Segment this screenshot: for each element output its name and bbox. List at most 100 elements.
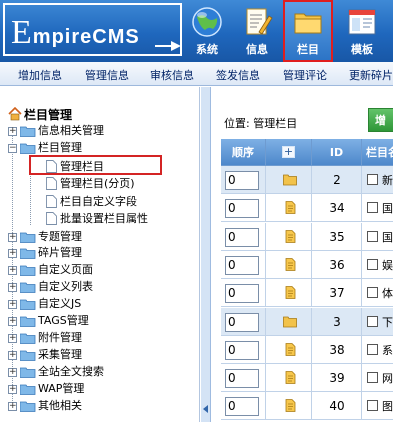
breadcrumb-label: 位置: [224, 117, 250, 130]
page-icon [46, 195, 57, 208]
column-name[interactable]: 网 [382, 370, 393, 386]
row-checkbox[interactable] [367, 174, 378, 185]
nav-system-button[interactable]: 系统 [182, 0, 232, 62]
folder-icon [20, 126, 36, 137]
expand-all-button[interactable]: + [282, 146, 295, 158]
row-checkbox[interactable] [367, 343, 378, 355]
folder-icon [20, 299, 36, 310]
tree-title-label: 栏目管理 [24, 108, 73, 122]
page-icon [285, 229, 296, 243]
column-name[interactable]: 图 [382, 398, 393, 414]
expand-plus-icon[interactable]: + [8, 249, 17, 258]
expand-plus-icon[interactable]: + [8, 127, 17, 136]
subnav-manage-comments[interactable]: 管理评论 [283, 67, 327, 83]
column-name[interactable]: 国 [382, 229, 393, 245]
order-input[interactable]: 0 [225, 199, 259, 219]
row-checkbox[interactable] [367, 372, 378, 384]
name-cell: 国 [362, 194, 393, 223]
subnav-update-fragments[interactable]: 更新碎片 [349, 67, 393, 83]
logo-arrow-icon [155, 41, 181, 51]
expand-plus-icon[interactable]: + [8, 233, 17, 242]
nav-template-button[interactable]: 模板 [337, 0, 387, 62]
page-icon [285, 257, 296, 271]
expand-plus-icon[interactable]: + [8, 402, 17, 411]
type-cell [266, 307, 312, 336]
id-cell: 34 [312, 194, 362, 223]
page-icon [285, 399, 296, 413]
name-cell: 新 [362, 166, 393, 194]
order-cell: 0 [221, 250, 266, 279]
column-name[interactable]: 国 [382, 200, 393, 216]
order-cell: 0 [221, 194, 266, 223]
order-input[interactable]: 0 [225, 340, 259, 360]
breadcrumb-current[interactable]: 管理栏目 [253, 117, 297, 130]
order-input[interactable]: 0 [225, 369, 259, 389]
column-id: 38 [329, 342, 345, 357]
table-row: 0 39 网 [221, 364, 393, 393]
column-name[interactable]: 系 [382, 342, 393, 358]
sub-navigation: 增加信息 管理信息 审核信息 签发信息 管理评论 更新碎片 [0, 62, 393, 86]
expand-plus-icon[interactable]: + [8, 300, 17, 309]
nav-column-button[interactable]: 栏目 [283, 0, 333, 62]
type-cell [266, 222, 312, 251]
folder-icon [20, 350, 36, 361]
expand-plus-icon[interactable]: + [8, 368, 17, 377]
folder-icon [20, 282, 36, 293]
type-cell [266, 250, 312, 279]
id-cell: 36 [312, 250, 362, 279]
subnav-add-info[interactable]: 增加信息 [18, 67, 62, 83]
row-checkbox[interactable] [367, 230, 378, 242]
row-checkbox[interactable] [367, 400, 378, 412]
id-cell: 38 [312, 335, 362, 364]
folder-icon [283, 316, 297, 327]
logo-text: mpireCMS [32, 26, 140, 48]
column-id: 39 [329, 371, 345, 386]
row-checkbox[interactable] [367, 287, 378, 299]
collapse-minus-icon[interactable]: − [8, 144, 17, 153]
order-input[interactable]: 0 [225, 312, 259, 332]
order-input[interactable]: 0 [225, 284, 259, 304]
sidebar-splitter[interactable] [201, 87, 211, 422]
tree-title: 栏目管理 [8, 106, 72, 123]
column-id: 37 [329, 286, 345, 301]
globe-icon [192, 7, 222, 37]
row-checkbox[interactable] [367, 258, 378, 270]
column-name[interactable]: 下 [382, 314, 393, 330]
expand-plus-icon[interactable]: + [8, 266, 17, 275]
order-input[interactable]: 0 [225, 255, 259, 275]
subnav-sign-info[interactable]: 签发信息 [216, 67, 260, 83]
expand-plus-icon[interactable]: + [8, 385, 17, 394]
id-cell: 39 [312, 364, 362, 393]
header-column-name: 栏目名 [362, 139, 393, 166]
subnav-review-info[interactable]: 审核信息 [150, 67, 194, 83]
expand-plus-icon[interactable]: + [8, 351, 17, 360]
type-cell [266, 194, 312, 223]
order-input[interactable]: 0 [225, 171, 259, 190]
folder-icon [20, 248, 36, 259]
column-name[interactable]: 新 [382, 172, 393, 188]
table-header: 顺序 + ID 栏目名 [221, 139, 393, 166]
column-name[interactable]: 体 [382, 285, 393, 301]
expand-plus-icon[interactable]: + [8, 317, 17, 326]
add-column-button[interactable]: 增 [368, 108, 393, 132]
order-input[interactable]: 0 [225, 227, 259, 247]
row-checkbox[interactable] [367, 202, 378, 214]
folder-icon [20, 232, 36, 243]
column-name[interactable]: 娱 [382, 257, 393, 273]
order-input[interactable]: 0 [225, 397, 259, 417]
expand-plus-icon[interactable]: + [8, 334, 17, 343]
folder-icon [20, 316, 36, 327]
collapse-arrow-icon[interactable] [203, 405, 208, 413]
id-cell: 40 [312, 392, 362, 421]
order-cell: 0 [221, 222, 266, 251]
column-id: 35 [329, 229, 345, 244]
row-checkbox[interactable] [367, 315, 378, 327]
expand-plus-icon[interactable]: + [8, 283, 17, 292]
folder-icon [20, 401, 36, 412]
name-cell: 下 [362, 308, 393, 336]
home-icon [8, 107, 22, 121]
type-cell [266, 279, 312, 308]
subnav-manage-info[interactable]: 管理信息 [85, 67, 129, 83]
nav-info-button[interactable]: 信息 [232, 0, 282, 62]
nav-system-label: 系统 [196, 44, 218, 56]
